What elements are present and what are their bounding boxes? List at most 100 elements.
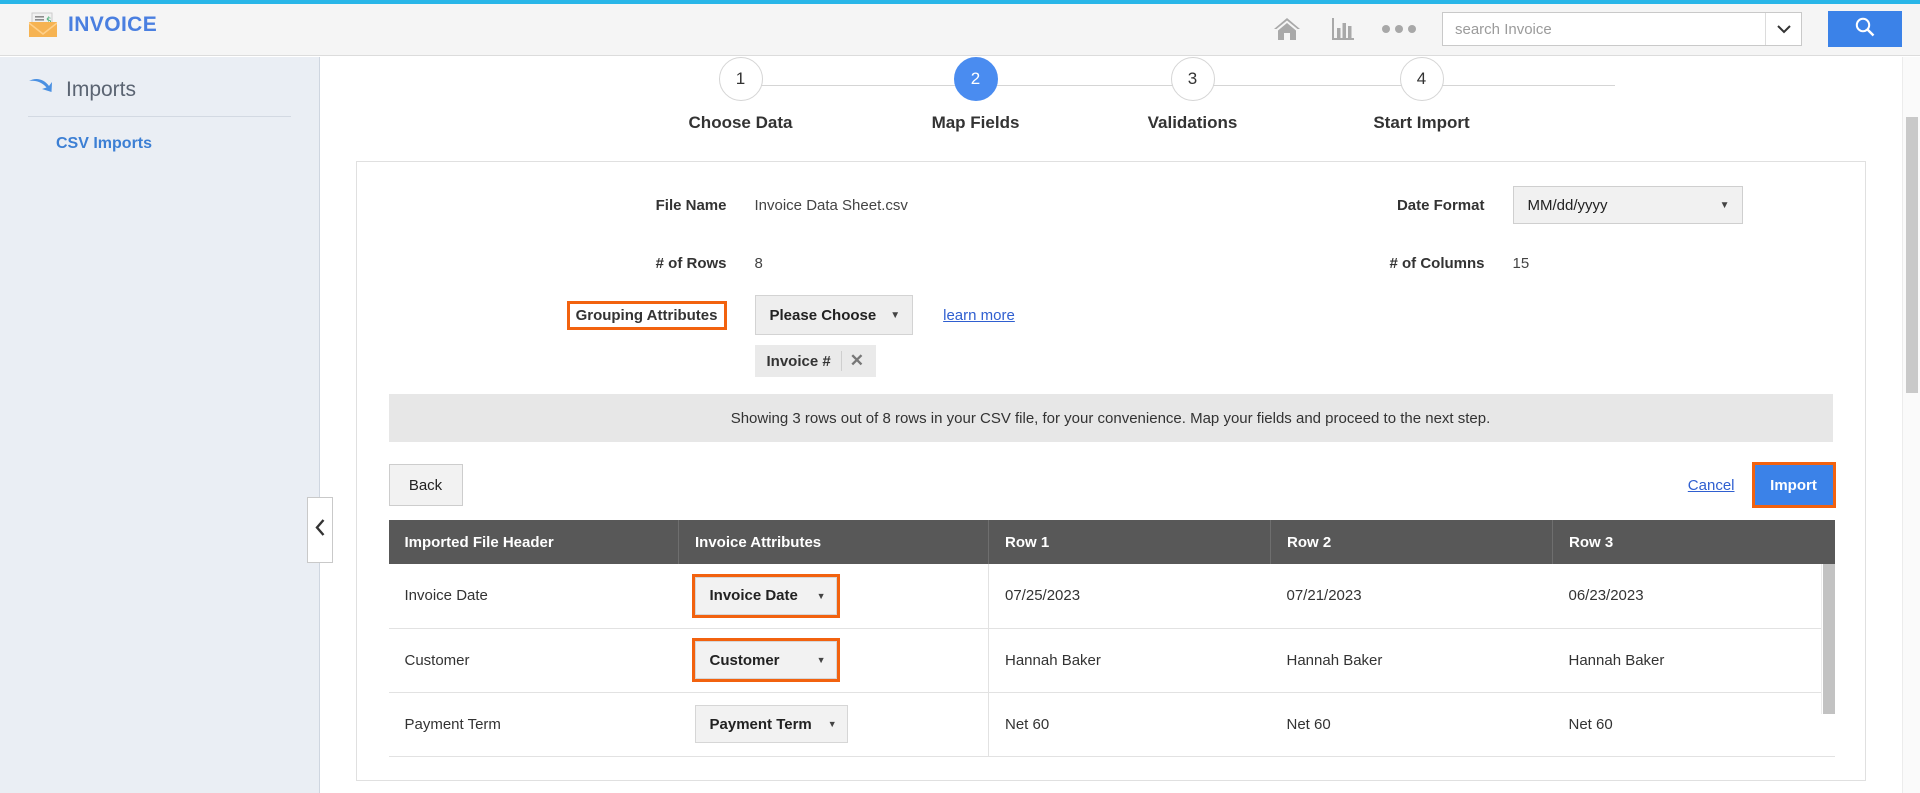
date-format-label: Date Format (1396, 196, 1485, 214)
home-icon[interactable] (1268, 10, 1306, 48)
cell-row-2: 07/21/2023 (1270, 564, 1553, 629)
field-mapping-table: Imported File Header Invoice Attributes … (388, 520, 1835, 757)
cell-row-3: Net 60 (1552, 692, 1835, 757)
column-header-invoice-attributes: Invoice Attributes (678, 520, 989, 564)
attribute-select-invoice-date[interactable]: Invoice Date ▼ (694, 576, 837, 615)
cancel-link[interactable]: Cancel (1688, 477, 1735, 494)
sidebar-item-csv-imports[interactable]: CSV Imports (0, 117, 319, 153)
step-label: Choose Data (688, 113, 793, 132)
chevron-down-icon: ▼ (816, 655, 826, 665)
rows-value: 8 (754, 254, 763, 272)
cell-attribute-select: Invoice Date ▼ (678, 564, 989, 629)
row-counts: # of Rows 8 # of Columns 15 (357, 234, 1865, 292)
app-title: INVOICE (68, 13, 158, 36)
step-number: 4 (1399, 57, 1444, 101)
info-banner: Showing 3 rows out of 8 rows in your CSV… (388, 394, 1833, 442)
cell-attribute-select: Payment Term ▼ (678, 692, 989, 757)
attribute-select-value: Customer (709, 651, 780, 669)
step-3-validations[interactable]: 3 Validations (1123, 57, 1263, 133)
sidebar-section-label: Imports (66, 77, 137, 101)
cell-imported-header: Payment Term (388, 692, 679, 757)
back-button[interactable]: Back (388, 464, 463, 506)
dot (1382, 25, 1390, 33)
grouping-chip: Invoice # ✕ (754, 345, 876, 377)
cell-row-2: Net 60 (1270, 692, 1553, 757)
date-format-select[interactable]: MM/dd/yyyy ▼ (1512, 186, 1743, 224)
search-input[interactable] (1443, 13, 1765, 45)
table-row: Invoice Date Invoice Date ▼ 07/25/2023 0… (388, 564, 1835, 629)
row-grouping-chips: Invoice # ✕ (357, 338, 1865, 384)
file-name-label: File Name (655, 196, 727, 214)
chevron-left-icon (314, 519, 326, 541)
step-2-map-fields[interactable]: 2 Map Fields (906, 57, 1046, 133)
page-scrollbar-thumb[interactable] (1906, 117, 1918, 393)
column-header-row-1: Row 1 (988, 520, 1271, 564)
close-icon[interactable]: ✕ (840, 351, 872, 371)
step-number: 2 (953, 57, 998, 101)
step-4-start-import[interactable]: 4 Start Import (1352, 57, 1492, 133)
chip-label: Invoice # (766, 352, 831, 370)
grouping-attributes-label-wrap: Grouping Attributes (357, 300, 727, 330)
more-dots-icon[interactable] (1380, 10, 1418, 48)
cell-imported-header: Customer (388, 628, 679, 693)
field-mapping-table-wrap: Imported File Header Invoice Attributes … (388, 520, 1835, 757)
search-icon (1854, 16, 1876, 43)
cell-row-1: Net 60 (988, 692, 1271, 757)
main-content: 1 Choose Data 2 Map Fields 3 Validations… (321, 57, 1900, 793)
info-banner-text: Showing 3 rows out of 8 rows in your CSV… (730, 409, 1491, 427)
column-header-row-2: Row 2 (1270, 520, 1553, 564)
cell-row-3: Hannah Baker (1552, 628, 1835, 693)
attribute-select-customer[interactable]: Customer ▼ (694, 641, 837, 679)
table-row: Customer Customer ▼ Hannah Baker Hannah … (388, 628, 1835, 693)
sidebar-section-imports[interactable]: Imports (0, 57, 319, 116)
column-header-imported-file-header: Imported File Header (388, 520, 679, 564)
envelope-invoice-icon: $ (28, 12, 58, 38)
cell-imported-header: Invoice Date (388, 564, 679, 629)
attribute-select-highlight: Invoice Date ▼ (691, 576, 840, 615)
row-grouping-attributes: Grouping Attributes Please Choose ▼ lear… (357, 292, 1865, 338)
attribute-select-value: Payment Term (709, 715, 812, 733)
action-row: Back Cancel Import (388, 462, 1836, 508)
cell-row-1: Hannah Baker (988, 628, 1271, 693)
cell-row-3: 06/23/2023 (1552, 564, 1835, 629)
row-filename-dateformat: File Name Invoice Data Sheet.csv Date Fo… (357, 176, 1865, 234)
table-vertical-scrollbar[interactable] (1820, 564, 1835, 714)
table-row: Payment Term Payment Term ▼ Net 60 Net 6… (388, 692, 1835, 757)
attribute-select-highlight: Customer ▼ (691, 641, 840, 679)
app-header: $ INVOICE (0, 4, 1920, 56)
table-header-row: Imported File Header Invoice Attributes … (388, 520, 1835, 564)
grouping-choose-label: Please Choose (769, 306, 877, 324)
grouping-choose-select[interactable]: Please Choose ▼ (754, 295, 914, 335)
cell-row-2: Hannah Baker (1270, 628, 1553, 693)
search-bar (1442, 12, 1802, 46)
columns-value: 15 (1512, 254, 1530, 272)
chevron-down-icon[interactable] (1765, 13, 1801, 45)
table-scrollbar-thumb[interactable] (1822, 564, 1835, 714)
page-vertical-scrollbar[interactable] (1902, 57, 1920, 793)
search-button[interactable] (1828, 11, 1902, 47)
columns-label: # of Columns (1389, 254, 1485, 272)
step-label: Validations (1147, 113, 1238, 132)
brand[interactable]: $ INVOICE (28, 12, 157, 38)
date-format-value: MM/dd/yyyy (1527, 196, 1608, 214)
step-label: Map Fields (931, 113, 1020, 132)
import-button[interactable]: Import (1754, 465, 1833, 505)
attribute-select-value: Invoice Date (709, 587, 798, 605)
attribute-select-payment-term[interactable]: Payment Term ▼ (694, 705, 848, 743)
chevron-down-icon: ▼ (1719, 199, 1730, 211)
learn-more-link[interactable]: learn more (943, 307, 1015, 324)
sidebar-collapse-toggle[interactable] (307, 497, 333, 563)
dot (1408, 25, 1416, 33)
step-1-choose-data[interactable]: 1 Choose Data (671, 57, 811, 133)
sidebar: Imports CSV Imports (0, 57, 320, 793)
bar-chart-icon[interactable] (1324, 10, 1362, 48)
header-toolbar (1268, 10, 1902, 48)
map-fields-card: File Name Invoice Data Sheet.csv Date Fo… (355, 161, 1866, 781)
step-label: Start Import (1373, 113, 1470, 132)
chevron-down-icon: ▼ (890, 309, 901, 321)
dot (1395, 25, 1403, 33)
file-name-value: Invoice Data Sheet.csv (754, 196, 908, 214)
grouping-attributes-label: Grouping Attributes (566, 300, 727, 330)
cell-attribute-select: Customer ▼ (678, 628, 989, 693)
step-number: 1 (718, 57, 763, 101)
